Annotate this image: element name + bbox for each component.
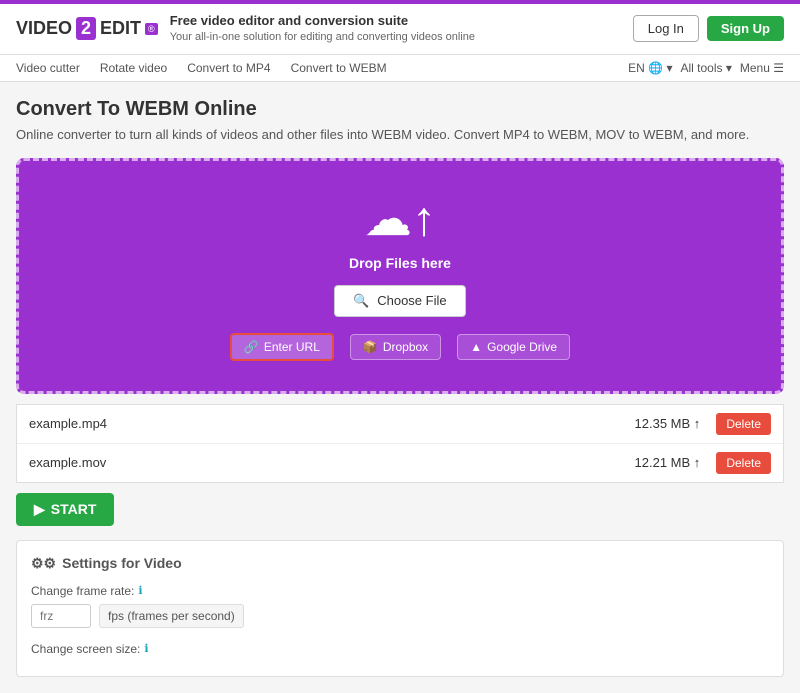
nav-video-cutter[interactable]: Video cutter [16,61,80,75]
info-icon-2: ℹ [144,642,148,655]
upload-options: 🔗 Enter URL 📦 Dropbox ▲ Google Drive [39,333,761,361]
all-tools-menu[interactable]: All tools ▾ [680,61,731,75]
page-title: Convert To WEBM Online [16,98,784,121]
logo-number: 2 [76,17,96,40]
hamburger-menu[interactable]: Menu ☰ [740,61,784,75]
dropbox-icon: 📦 [363,340,378,354]
delete-button[interactable]: Delete [716,413,771,435]
search-icon: 🔍 [353,293,369,308]
file-size: 12.21 MB ↑ [635,455,701,470]
cloud-upload-icon: ☁↑ [39,191,761,247]
navbar: Video cutter Rotate video Convert to MP4… [0,55,800,82]
drive-icon: ▲ [470,340,482,354]
link-icon: 🔗 [244,340,259,354]
language-selector[interactable]: EN 🌐 ▾ [628,61,672,75]
logo-prefix: VIDEO [16,18,72,39]
frame-rate-hint: fps (frames per second) [99,604,244,628]
file-name: example.mov [29,455,635,470]
upload-area: ☁↑ Drop Files here 🔍 Choose File 🔗 Enter… [16,158,784,394]
table-row: example.mp4 12.35 MB ↑ Delete [17,405,783,444]
signup-button[interactable]: Sign Up [707,16,784,41]
gear-icon: ⚙⚙ [31,555,56,572]
page-description: Online converter to turn all kinds of vi… [16,127,784,142]
nav-convert-mp4[interactable]: Convert to MP4 [187,61,270,75]
settings-title: ⚙⚙ Settings for Video [31,555,769,572]
header: VIDEO 2 EDIT ® Free video editor and con… [0,4,800,55]
file-name: example.mp4 [29,416,635,431]
file-list: example.mp4 12.35 MB ↑ Delete example.mo… [16,404,784,483]
google-drive-button[interactable]: ▲ Google Drive [457,334,570,360]
header-actions: Log In Sign Up [633,15,784,42]
frame-rate-input[interactable] [31,604,91,628]
frame-rate-row: fps (frames per second) [31,604,769,628]
page-content: Convert To WEBM Online Online converter … [0,82,800,693]
dropbox-button[interactable]: 📦 Dropbox [350,334,441,360]
info-icon: ℹ [138,584,142,597]
nav-rotate-video[interactable]: Rotate video [100,61,167,75]
choose-file-button[interactable]: 🔍 Choose File [334,285,465,317]
frame-rate-label: Change frame rate: ℹ [31,584,769,598]
table-row: example.mov 12.21 MB ↑ Delete [17,444,783,482]
logo-badge: ® [145,23,158,35]
login-button[interactable]: Log In [633,15,699,42]
nav-convert-webm[interactable]: Convert to WEBM [291,61,387,75]
nav-right: EN 🌐 ▾ All tools ▾ Menu ☰ [628,61,784,75]
drop-text: Drop Files here [39,255,761,271]
file-size: 12.35 MB ↑ [635,416,701,431]
play-icon: ▶ [34,501,45,518]
enter-url-button[interactable]: 🔗 Enter URL [230,333,334,361]
screen-size-label: Change screen size: ℹ [31,642,769,656]
logo-suffix: EDIT [100,18,141,39]
start-button[interactable]: ▶ START [16,493,114,526]
logo[interactable]: VIDEO 2 EDIT ® [16,17,158,40]
delete-button[interactable]: Delete [716,452,771,474]
tagline: Free video editor and conversion suite Y… [170,12,475,46]
settings-panel: ⚙⚙ Settings for Video Change frame rate:… [16,540,784,677]
